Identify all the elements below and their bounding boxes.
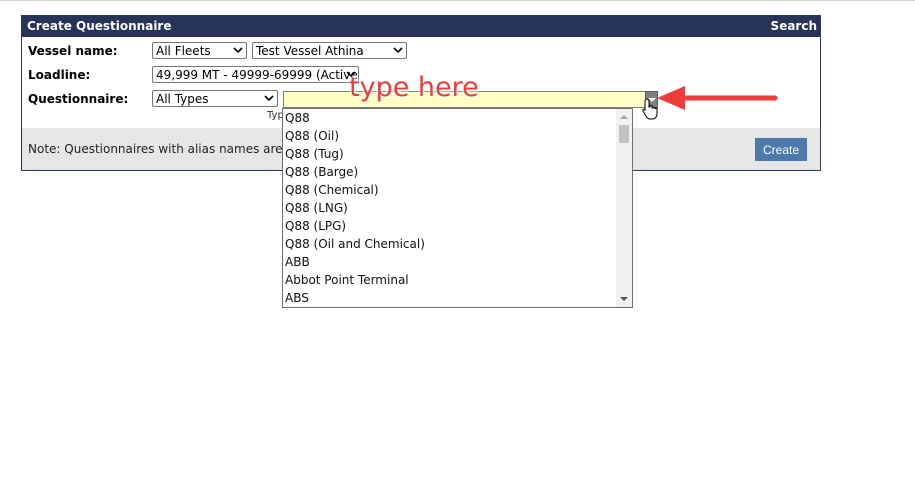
hand-cursor-icon bbox=[642, 98, 658, 120]
loadline-label: Loadline: bbox=[28, 68, 91, 82]
dropdown-option[interactable]: Q88 (Chemical) bbox=[283, 181, 617, 199]
questionnaire-label: Questionnaire: bbox=[28, 92, 129, 106]
dropdown-option[interactable]: Q88 (Tug) bbox=[283, 145, 617, 163]
type-select[interactable]: All Types bbox=[152, 90, 278, 107]
alias-note: Note: Questionnaires with alias names ar… bbox=[28, 142, 318, 156]
scroll-down-icon[interactable] bbox=[620, 297, 628, 301]
top-border bbox=[0, 0, 915, 1]
dropdown-option[interactable]: Q88 (Barge) bbox=[283, 163, 617, 181]
dropdown-option[interactable]: Q88 (Oil) bbox=[283, 127, 617, 145]
dropdown-option[interactable]: Q88 bbox=[283, 109, 617, 127]
chevron-down-icon bbox=[393, 45, 403, 55]
vessel-select-value: Test Vessel Athina bbox=[256, 44, 364, 58]
vessel-name-label: Vessel name: bbox=[28, 44, 118, 58]
dropdown-option[interactable]: ABS bbox=[283, 289, 617, 307]
scroll-up-icon[interactable] bbox=[620, 115, 628, 119]
dropdown-option[interactable]: Q88 (Oil and Chemical) bbox=[283, 235, 617, 253]
dropdown-option[interactable]: ABB bbox=[283, 253, 617, 271]
vessel-select[interactable]: Test Vessel Athina bbox=[252, 42, 407, 59]
loadline-select-value: 49,999 MT - 49999-69999 (Active) bbox=[156, 68, 359, 82]
dropdown-items: Q88 Q88 (Oil) Q88 (Tug) Q88 (Barge) Q88 (Che… bbox=[283, 109, 617, 307]
dropdown-scrollbar[interactable] bbox=[616, 109, 632, 307]
dropdown-option[interactable]: Abbot Point Terminal bbox=[283, 271, 617, 289]
chevron-down-icon bbox=[233, 45, 243, 55]
fleet-select-value: All Fleets bbox=[156, 44, 211, 58]
dropdown-option[interactable]: Q88 (LPG) bbox=[283, 217, 617, 235]
fleet-select[interactable]: All Fleets bbox=[152, 42, 247, 59]
create-button[interactable]: Create bbox=[755, 138, 807, 161]
chevron-down-icon bbox=[264, 93, 274, 103]
dropdown-option[interactable]: Q88 (LNG) bbox=[283, 199, 617, 217]
scroll-thumb[interactable] bbox=[619, 125, 629, 143]
search-link[interactable]: Search bbox=[771, 19, 817, 33]
type-here-annotation: type here bbox=[349, 72, 479, 103]
red-arrow-icon bbox=[657, 86, 778, 110]
panel-title: Create Questionnaire bbox=[27, 19, 172, 33]
panel-header: Create Questionnaire Search bbox=[22, 16, 820, 37]
loadline-select[interactable]: 49,999 MT - 49999-69999 (Active) bbox=[152, 66, 359, 83]
questionnaire-dropdown-list[interactable]: Q88 Q88 (Oil) Q88 (Tug) Q88 (Barge) Q88 (Che… bbox=[282, 108, 633, 308]
type-select-value: All Types bbox=[156, 92, 209, 106]
